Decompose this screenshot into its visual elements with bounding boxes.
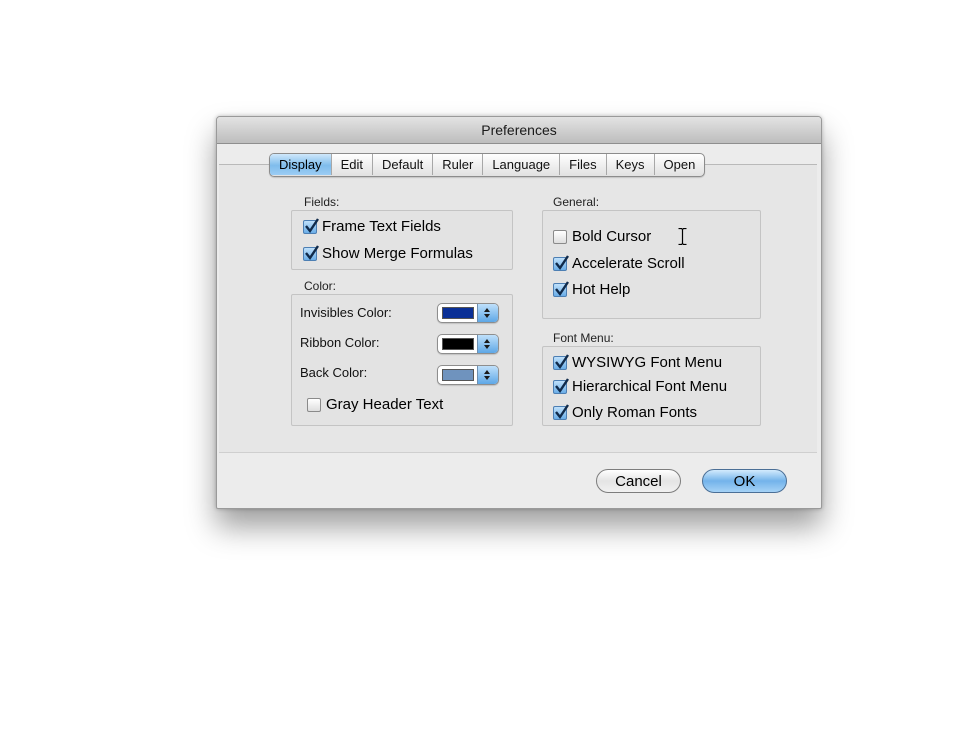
checkbox-box [553,229,567,244]
checkmark-icon [555,377,569,393]
checkbox-box [553,377,569,394]
cancel-button[interactable]: Cancel [596,469,681,493]
checkmark-icon [555,403,569,419]
tab-ruler[interactable]: Ruler [433,154,484,175]
font-menu-group-label: Font Menu: [553,331,614,345]
checkbox-label: Bold Cursor [572,228,652,245]
checkbox-box [553,353,569,370]
ribbon-color-swatch [442,338,474,350]
tab-default[interactable]: Default [373,154,434,175]
checkbox-box [553,403,569,420]
checkbox-box [553,254,569,271]
only-roman-fonts-checkbox[interactable]: Only Roman Fonts [553,403,698,421]
invisibles-color-label: Invisibles Color: [300,305,392,320]
show-merge-formulas-checkbox[interactable]: Show Merge Formulas [303,244,473,262]
accelerate-scroll-checkbox[interactable]: Accelerate Scroll [553,254,685,272]
hot-help-checkbox[interactable]: Hot Help [553,280,631,298]
tab-edit[interactable]: Edit [332,154,374,175]
i-beam-cursor-icon [678,228,687,245]
gray-header-text-checkbox[interactable]: Gray Header Text [307,396,443,413]
hierarchical-font-menu-checkbox[interactable]: Hierarchical Font Menu [553,377,728,395]
tab-display[interactable]: Display [270,154,332,175]
checkbox-label: Gray Header Text [326,396,444,413]
checkmark-icon [305,244,319,260]
back-color-popup[interactable] [437,365,499,385]
invisibles-color-popup[interactable] [437,303,499,323]
checkbox-box [303,244,319,261]
tab-keys[interactable]: Keys [607,154,655,175]
checkmark-icon [555,353,569,369]
window-title: Preferences [481,122,557,138]
checkbox-box [307,397,321,412]
checkbox-label: Only Roman Fonts [572,404,698,421]
frame-text-fields-checkbox[interactable]: Frame Text Fields [303,217,441,235]
general-group-label: General: [553,195,600,209]
back-color-label: Back Color: [300,365,368,380]
checkmark-icon [555,280,569,296]
preferences-window: Preferences Display Edit Default Ruler L… [216,116,822,509]
checkbox-box [303,217,319,234]
popup-arrows-icon [477,335,498,353]
title-bar[interactable]: Preferences [217,117,821,144]
checkbox-box [553,280,569,297]
popup-arrows-icon [477,366,498,384]
color-group-label: Color: [304,279,337,293]
popup-arrows-icon [477,304,498,322]
tab-open[interactable]: Open [655,154,705,175]
checkbox-label: Hot Help [572,281,631,298]
bold-cursor-checkbox[interactable]: Bold Cursor [553,228,651,245]
fields-group-label: Fields: [304,195,340,209]
checkbox-label: Frame Text Fields [322,218,441,235]
checkbox-label: Show Merge Formulas [322,245,473,262]
checkbox-label: Hierarchical Font Menu [572,378,728,395]
back-color-swatch [442,369,474,381]
checkbox-label: Accelerate Scroll [572,255,685,272]
tab-language[interactable]: Language [483,154,561,175]
checkmark-icon [555,254,569,270]
tab-bar: Display Edit Default Ruler Language File… [269,153,706,177]
ribbon-color-label: Ribbon Color: [300,335,380,350]
checkbox-label: WYSIWYG Font Menu [572,354,723,371]
invisibles-color-swatch [442,307,474,319]
ok-button[interactable]: OK [702,469,787,493]
wysiwyg-font-menu-checkbox[interactable]: WYSIWYG Font Menu [553,353,723,371]
ribbon-color-popup[interactable] [437,334,499,354]
checkmark-icon [305,217,319,233]
tab-files[interactable]: Files [560,154,607,175]
